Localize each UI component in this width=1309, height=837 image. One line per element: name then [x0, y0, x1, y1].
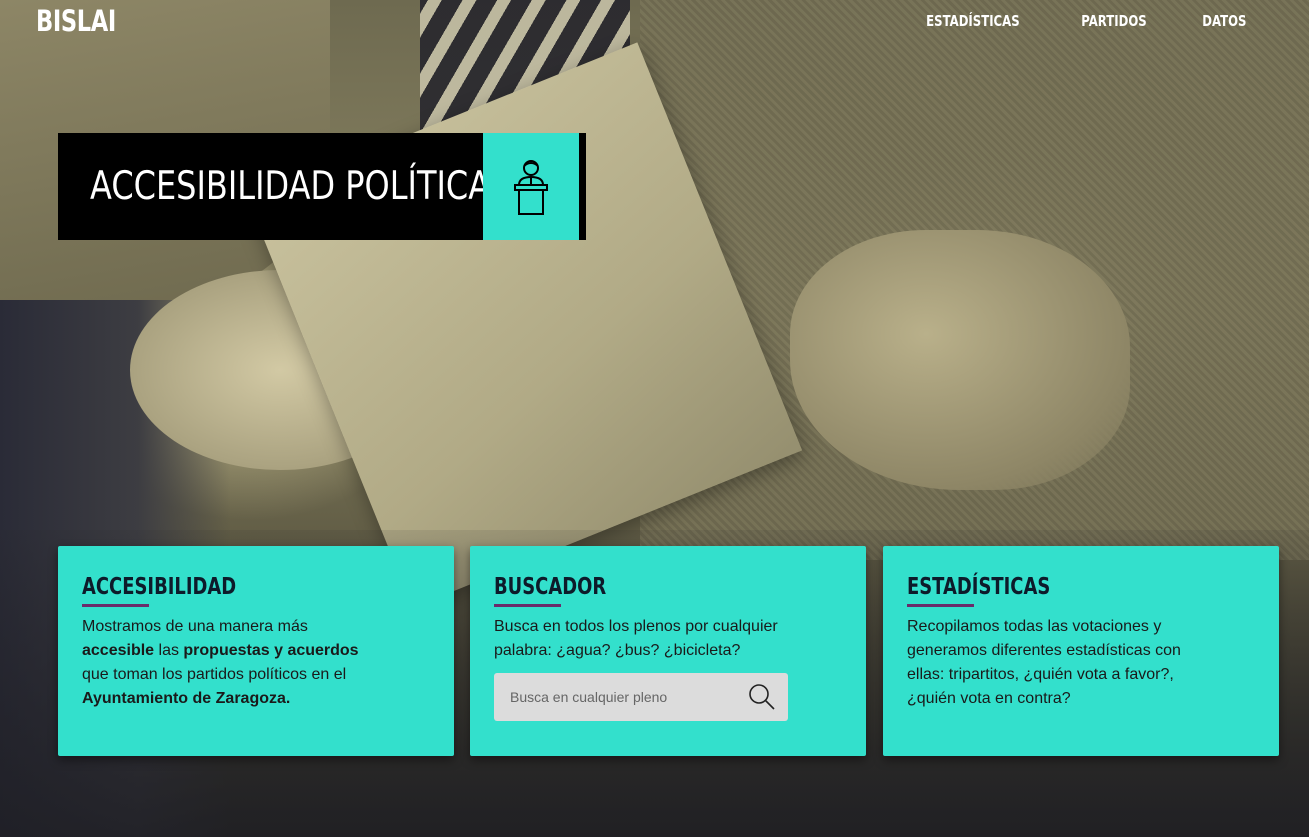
speaker-podium-icon — [483, 133, 579, 240]
nav-link-estadisticas[interactable]: ESTADÍSTICAS — [926, 12, 1019, 30]
card-accesibilidad: ACCESIBILIDAD Mostramos de una manera má… — [58, 546, 454, 756]
card-estadisticas: ESTADÍSTICAS Recopilamos todas las votac… — [883, 546, 1279, 756]
card-title-underline — [907, 604, 974, 607]
card-description: Recopilamos todas las votaciones y gener… — [907, 618, 1181, 707]
page-title-text: ACCESIBILIDAD POLÍTICA — [90, 164, 491, 209]
nav-link-partidos[interactable]: PARTIDOS — [1082, 12, 1147, 30]
card-title: ACCESIBILIDAD — [82, 574, 237, 600]
hero-hand-right — [790, 230, 1130, 490]
card-buscador: BUSCADOR Busca en todos los plenos por c… — [470, 546, 866, 756]
card-description-bold: accesible — [82, 642, 155, 659]
card-title: BUSCADOR — [494, 574, 607, 600]
site-logo[interactable]: BISLAI — [36, 4, 116, 38]
hero-title-banner: ACCESIBILIDAD POLÍTICA — [58, 133, 586, 240]
card-title-underline — [494, 604, 561, 607]
card-description-text: las — [154, 642, 184, 659]
card-title-underline — [82, 604, 149, 607]
card-description: Busca en todos los plenos por cualquier … — [494, 618, 778, 659]
search-box — [494, 672, 788, 722]
search-icon[interactable] — [748, 683, 776, 711]
search-input[interactable] — [494, 672, 748, 722]
card-description-bold: Ayuntamiento de Zaragoza. — [82, 690, 291, 707]
main-nav: ESTADÍSTICAS PARTIDOS DATOS — [913, 12, 1253, 30]
card-description-bold: propuestas y acuerdos — [183, 642, 359, 659]
card-description-text: Mostramos de una manera más — [82, 618, 308, 635]
nav-link-datos[interactable]: DATOS — [1203, 12, 1247, 30]
card-description: Mostramos de una manera más accesible la… — [82, 615, 382, 711]
card-title: ESTADÍSTICAS — [907, 574, 1051, 600]
card-description-text: que toman los partidos políticos en el — [82, 666, 347, 683]
